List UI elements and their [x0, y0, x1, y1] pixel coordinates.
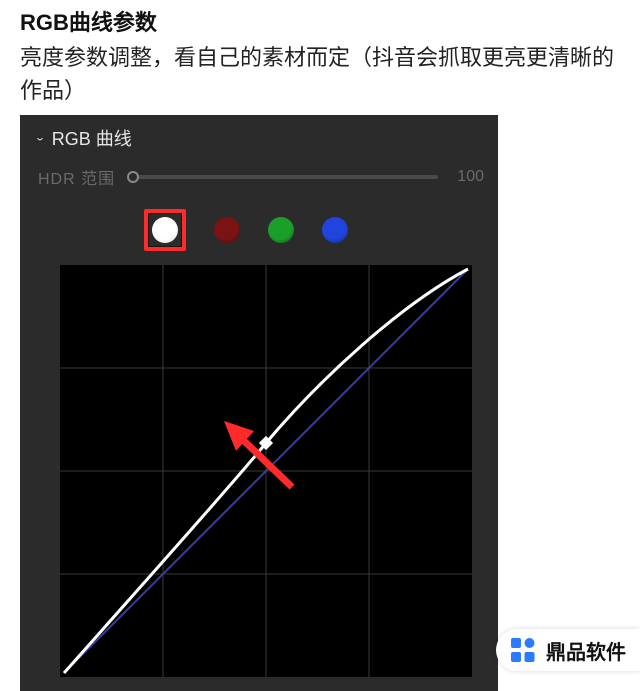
- hdr-range-label: HDR 范围: [38, 165, 115, 189]
- article-title: RGB曲线参数: [20, 8, 620, 39]
- rgb-curves-panel: ⌄ RGB 曲线 HDR 范围 100: [20, 115, 498, 691]
- curve-svg: [60, 265, 472, 677]
- article-description: 亮度参数调整，看自己的素材而定（抖音会抓取更亮更清晰的作品）: [20, 41, 620, 107]
- brand-logo-icon: [508, 635, 538, 665]
- hdr-range-value: 100: [452, 168, 484, 186]
- hdr-range-row: HDR 范围 100: [34, 161, 484, 205]
- curve-editor[interactable]: [60, 265, 472, 677]
- channel-selector: [34, 205, 484, 265]
- panel-title: RGB 曲线: [52, 125, 132, 151]
- chevron-down-icon: ⌄: [34, 132, 46, 144]
- hdr-range-slider[interactable]: [131, 175, 438, 179]
- brand-name: 鼎品软件: [546, 636, 626, 665]
- channel-red-button[interactable]: [214, 217, 240, 243]
- channel-white-button[interactable]: [144, 209, 186, 251]
- white-circle-icon: [152, 217, 178, 243]
- channel-blue-button[interactable]: [322, 217, 348, 243]
- panel-header[interactable]: ⌄ RGB 曲线: [34, 123, 484, 161]
- channel-green-button[interactable]: [268, 217, 294, 243]
- branding-badge[interactable]: 鼎品软件: [496, 629, 640, 671]
- slider-thumb[interactable]: [127, 171, 139, 183]
